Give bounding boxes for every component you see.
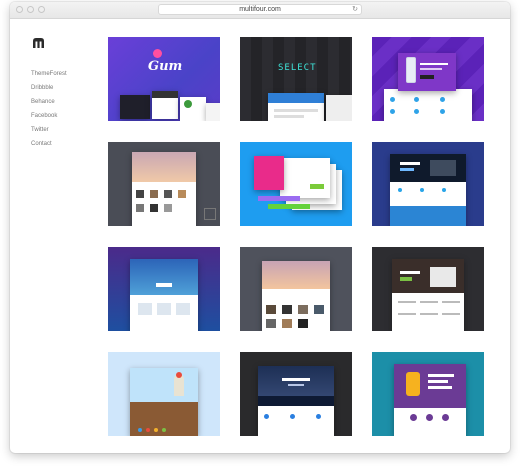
address-url: multifour.com [239, 6, 281, 13]
nav-contact[interactable]: Contact [31, 139, 67, 153]
app-landing-screen-hero [398, 53, 456, 91]
portfolio-tile-product[interactable] [372, 352, 484, 436]
address-bar[interactable]: multifour.com ↻ [158, 4, 362, 15]
sunset-screen [132, 152, 196, 226]
select-screen-side [326, 95, 352, 121]
portfolio-tile-mountains[interactable] [108, 247, 220, 331]
stacked-stripe-purple [258, 196, 300, 201]
stacked-card-pink [254, 156, 284, 190]
nav-facebook[interactable]: Facebook [31, 111, 67, 125]
gum-screen-right [180, 97, 206, 121]
portfolio-tile-sunset[interactable] [108, 142, 220, 226]
portfolio-tile-select[interactable]: SELECT [240, 37, 352, 121]
minimize-window-button[interactable] [27, 6, 34, 13]
reload-icon[interactable]: ↻ [352, 5, 358, 14]
portfolio-tile-app-landing[interactable] [372, 37, 484, 121]
product-screen [394, 364, 466, 436]
portfolio-tile-laptop[interactable] [372, 142, 484, 226]
nav-dribbble[interactable]: Dribbble [31, 83, 67, 97]
gallery-screen [262, 261, 330, 331]
city-screen [258, 366, 334, 436]
mountains-screen [130, 259, 198, 331]
sidebar-nav: ThemeForest Dribbble Behance Facebook Tw… [31, 69, 67, 153]
select-title: SELECT [278, 63, 317, 73]
multifour-logo-icon[interactable] [32, 37, 45, 49]
stacked-card-back-1 [280, 158, 330, 198]
portfolio-tile-stacked-cards[interactable] [240, 142, 352, 226]
sunset-side-box [204, 208, 216, 220]
gum-screen-left [120, 95, 150, 119]
dark-start-screen [392, 259, 464, 331]
gum-screen-mid [152, 91, 178, 119]
portfolio-tile-illustration[interactable] [108, 352, 220, 436]
browser-titlebar: multifour.com ↻ [10, 2, 510, 19]
laptop-screen [390, 154, 466, 226]
gum-balloon-icon [153, 49, 162, 58]
browser-window: multifour.com ↻ ThemeForest Dribbble Beh… [10, 2, 510, 453]
nav-themeforest[interactable]: ThemeForest [31, 69, 67, 83]
close-window-button[interactable] [16, 6, 23, 13]
stacked-stripe-green [268, 204, 310, 209]
portfolio-tile-city[interactable] [240, 352, 352, 436]
portfolio-tile-gum[interactable]: Gum [108, 37, 220, 121]
select-screen-front [268, 93, 324, 121]
app-landing-screen-lower [384, 89, 472, 121]
maximize-window-button[interactable] [38, 6, 45, 13]
illustration-screen [130, 368, 198, 436]
portfolio-tile-gallery[interactable] [240, 247, 352, 331]
gum-screen-edge [206, 103, 220, 121]
nav-twitter[interactable]: Twitter [31, 125, 67, 139]
portfolio-tile-dark-start[interactable] [372, 247, 484, 331]
gum-title: Gum [148, 59, 183, 74]
nav-behance[interactable]: Behance [31, 97, 67, 111]
